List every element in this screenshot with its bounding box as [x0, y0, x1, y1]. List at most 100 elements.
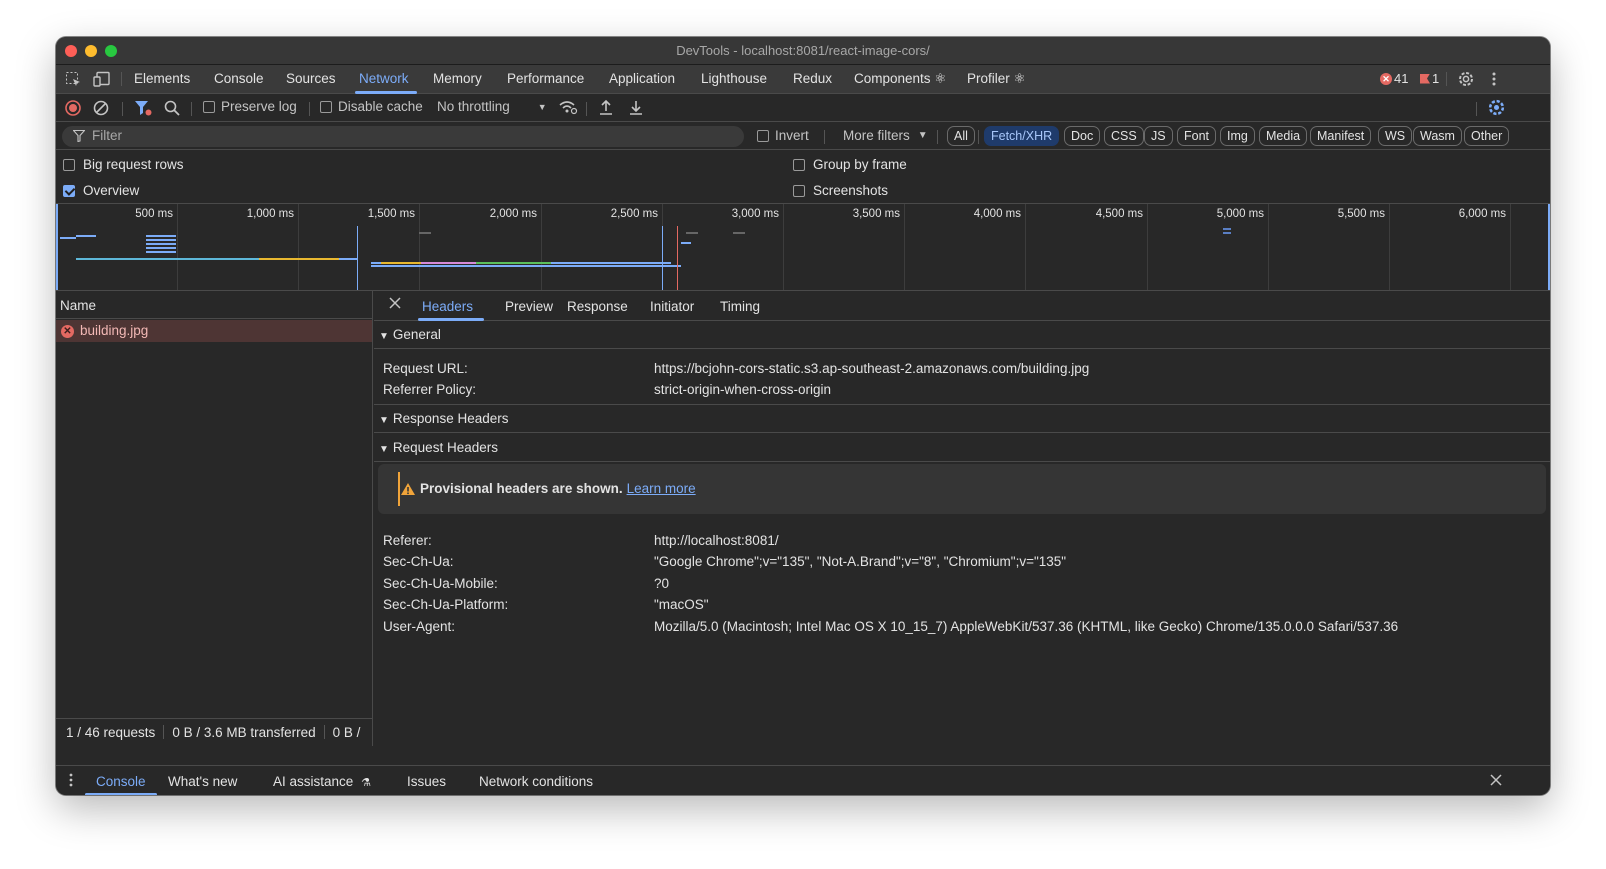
tab-headers[interactable]: Headers: [422, 299, 473, 314]
request-count: 1 / 46 requests: [66, 725, 156, 740]
device-toolbar-icon[interactable]: [93, 71, 111, 91]
checkbox[interactable]: [203, 100, 215, 113]
filter-chip-doc[interactable]: Doc: [1064, 126, 1101, 146]
waterfall-bar: [76, 258, 259, 260]
drawer-tab-console[interactable]: Console: [96, 774, 146, 789]
timeline-tick-label: 4,500 ms: [1095, 208, 1143, 220]
timeline-gridline: [419, 204, 420, 290]
tab-application[interactable]: Application: [609, 71, 675, 86]
network-settings-gear-icon[interactable]: [1487, 98, 1506, 117]
timeline-event-marker: [677, 226, 678, 290]
search-icon[interactable]: [164, 100, 180, 116]
preserve-log-checkbox[interactable]: Preserve log: [203, 99, 297, 114]
timeline-gridline: [1268, 204, 1269, 290]
divider: [824, 130, 825, 144]
kebab-icon[interactable]: [1490, 70, 1498, 91]
filter-chip-wasm[interactable]: Wasm: [1413, 126, 1462, 146]
checkbox-checked[interactable]: [63, 184, 75, 197]
general-section-header[interactable]: ▼ General: [374, 321, 1550, 349]
record-stop-icon[interactable]: [65, 100, 81, 116]
inspect-element-icon[interactable]: [65, 71, 82, 91]
checkbox[interactable]: [793, 158, 805, 171]
gear-icon[interactable]: [1457, 70, 1475, 91]
timeline-range-handle[interactable]: [56, 204, 58, 290]
disable-cache-checkbox[interactable]: Disable cache: [320, 99, 423, 114]
close-drawer-icon[interactable]: [1490, 774, 1502, 789]
filter-chip-font[interactable]: Font: [1177, 126, 1217, 146]
tab-lighthouse[interactable]: Lighthouse: [701, 71, 767, 86]
group-by-frame-checkbox[interactable]: Group by frame: [793, 157, 907, 172]
upload-har-icon[interactable]: [598, 99, 614, 116]
more-filters-dropdown[interactable]: More filters ▼: [843, 128, 928, 143]
drawer-tab-issues[interactable]: Issues: [407, 774, 446, 789]
request-headers-section-header[interactable]: ▼ Request Headers: [374, 434, 1550, 462]
tab-initiator[interactable]: Initiator: [650, 299, 694, 314]
waterfall-bar: [681, 242, 691, 244]
download-har-icon[interactable]: [628, 99, 644, 116]
clear-icon[interactable]: [93, 100, 109, 116]
divider: [191, 102, 192, 116]
filter-chip-img[interactable]: Img: [1220, 126, 1255, 146]
screenshots-checkbox[interactable]: Screenshots: [793, 183, 888, 198]
throttling-select[interactable]: No throttling ▼: [437, 99, 547, 114]
name-column-header[interactable]: Name: [56, 291, 372, 319]
tab-components[interactable]: Components ⚛: [854, 71, 946, 87]
checkbox[interactable]: [757, 129, 769, 142]
filter-chip-js[interactable]: JS: [1144, 126, 1173, 146]
filter-chip-other[interactable]: Other: [1464, 126, 1510, 146]
drawer-menu-kebab-icon[interactable]: [68, 772, 74, 791]
title-bar: DevTools - localhost:8081/react-image-co…: [56, 37, 1550, 65]
network-conditions-icon[interactable]: [558, 99, 578, 115]
timeline-tick-label: 2,000 ms: [489, 208, 537, 220]
drawer-tab-ai-assistance[interactable]: AI assistance ⚗: [273, 774, 371, 789]
tab-redux[interactable]: Redux: [793, 71, 832, 86]
tab-performance[interactable]: Performance: [507, 71, 584, 86]
provisional-headers-warning: Provisional headers are shown. Learn more: [378, 464, 1546, 514]
bottom-drawer: Console What's new AI assistance ⚗ Issue…: [56, 765, 1550, 795]
timeline-range-handle[interactable]: [1548, 204, 1550, 290]
checkbox[interactable]: [793, 184, 805, 197]
invert-checkbox[interactable]: Invert: [757, 128, 809, 143]
filter-chip-manifest[interactable]: Manifest: [1310, 126, 1372, 146]
issues-count-badge[interactable]: 1: [1420, 71, 1439, 86]
timeline-tick-label: 5,500 ms: [1337, 208, 1385, 220]
warning-text: Provisional headers are shown. Learn more: [420, 481, 696, 496]
drawer-tab-network-conditions[interactable]: Network conditions: [479, 774, 593, 789]
checkbox[interactable]: [63, 158, 75, 171]
divider: [323, 725, 325, 739]
filter-chip-fetch-xhr[interactable]: Fetch/XHR: [984, 126, 1060, 146]
response-headers-section-header[interactable]: ▼ Response Headers: [374, 405, 1550, 433]
learn-more-link[interactable]: Learn more: [627, 481, 696, 496]
checkbox[interactable]: [320, 100, 332, 113]
divider: [121, 72, 122, 86]
overview-checkbox[interactable]: Overview: [63, 183, 139, 198]
timeline-gridline: [904, 204, 905, 290]
error-count-badge[interactable]: ✕ 41: [1380, 71, 1408, 86]
tab-response[interactable]: Response: [567, 299, 628, 314]
divider: [978, 130, 979, 144]
tab-preview[interactable]: Preview: [505, 299, 553, 314]
divider: [122, 102, 123, 116]
filter-chip-all[interactable]: All: [947, 126, 975, 146]
request-row[interactable]: ✕ building.jpg: [56, 320, 372, 342]
drawer-tab-whats-new[interactable]: What's new: [168, 774, 237, 789]
options-row-2: Overview Screenshots: [56, 177, 1550, 203]
tab-sources[interactable]: Sources: [286, 71, 336, 86]
filter-chip-ws[interactable]: WS: [1378, 126, 1413, 146]
filter-chip-media[interactable]: Media: [1259, 126, 1308, 146]
tab-timing[interactable]: Timing: [720, 299, 760, 314]
tab-profiler[interactable]: Profiler ⚛: [967, 71, 1026, 87]
filter-icon[interactable]: [134, 100, 152, 116]
tab-console[interactable]: Console: [214, 71, 264, 86]
network-overview-timeline[interactable]: 500 ms 1,000 ms 1,500 ms 2,000 ms 2,500 ms 3,…: [56, 203, 1550, 291]
waterfall-bar: [1223, 232, 1231, 234]
tab-memory[interactable]: Memory: [433, 71, 482, 86]
filter-chip-css[interactable]: CSS: [1104, 126, 1144, 146]
filter-input[interactable]: Filter: [62, 126, 744, 147]
timeline-event-marker: [357, 226, 358, 290]
big-request-rows-checkbox[interactable]: Big request rows: [63, 157, 184, 172]
tab-network[interactable]: Network: [359, 71, 409, 86]
request-list-pane: Name ✕ building.jpg 1 / 46 requests 0 B /…: [56, 291, 373, 746]
tab-elements[interactable]: Elements: [134, 71, 190, 86]
close-icon[interactable]: [389, 297, 401, 312]
